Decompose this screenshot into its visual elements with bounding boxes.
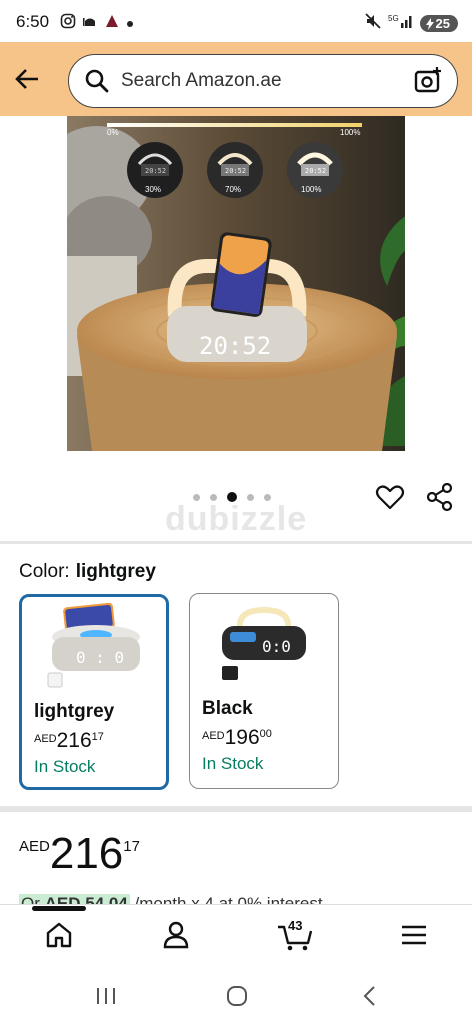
- app-header: Search Amazon.ae: [0, 42, 472, 116]
- status-bar: 6:50 5G 25: [0, 0, 472, 42]
- chevron-left-icon: [363, 986, 375, 1006]
- variant-price: AED 196 00: [202, 726, 272, 750]
- mosque-icon: [82, 13, 98, 34]
- search-input[interactable]: Search Amazon.ae: [121, 70, 413, 92]
- battery-level: 25: [435, 16, 450, 31]
- section-divider: [0, 806, 472, 812]
- share-button[interactable]: [425, 482, 455, 512]
- bottom-navigation: [0, 904, 472, 966]
- dubizzle-watermark: dubizzle: [165, 500, 308, 538]
- arrow-left-icon: [15, 69, 38, 89]
- variant-thumbnail: 0 : 0: [47, 603, 140, 688]
- status-system-icons: 5G 25: [364, 12, 458, 35]
- nav-home[interactable]: [43, 919, 75, 951]
- svg-text:5G: 5G: [388, 14, 399, 23]
- variant-stock-status: In Stock: [34, 757, 96, 776]
- variant-name: lightgrey: [34, 701, 115, 722]
- nav-account[interactable]: [160, 919, 192, 951]
- slider-start-label: 0%: [107, 128, 119, 137]
- variant-price-whole: 196: [224, 726, 260, 749]
- color-label-text: Color:: [19, 561, 70, 582]
- variant-price-fraction: 00: [259, 728, 272, 740]
- clock-mini-1: 20:52: [145, 167, 166, 175]
- brightness-level-2: 70%: [225, 185, 241, 194]
- mute-icon: [364, 12, 382, 35]
- brightness-bubble-2: 20:52 70%: [207, 142, 263, 198]
- home-circle-icon: [227, 986, 247, 1006]
- svg-text:0:0: 0:0: [262, 637, 291, 656]
- variant-thumbnail: 0:0: [222, 606, 306, 680]
- search-icon: [85, 69, 109, 93]
- status-notification-icons: [60, 13, 134, 34]
- variant-stock-status: In Stock: [202, 754, 264, 773]
- recent-apps-icon: [97, 988, 115, 1004]
- status-time: 6:50: [16, 12, 50, 31]
- share-icon: [426, 482, 453, 512]
- variant-price-fraction: 17: [91, 731, 104, 743]
- product-image[interactable]: 0% 100% 20:52 30% 20:52 70% 20:52 100% 2…: [67, 116, 405, 451]
- dot-icon: [126, 15, 134, 33]
- product-photo: 0% 100% 20:52 30% 20:52 70% 20:52 100% 2…: [67, 116, 405, 451]
- price-fraction: 17: [123, 838, 140, 855]
- variant-price-currency: AED: [34, 733, 57, 745]
- home-icon: [46, 922, 72, 948]
- home-system-button[interactable]: [225, 984, 249, 1008]
- variant-price-whole: 216: [56, 729, 92, 752]
- nav-menu[interactable]: [398, 919, 430, 951]
- svg-text:0 : 0: 0 : 0: [76, 648, 124, 667]
- price-currency: AED: [19, 838, 50, 855]
- app-icon: [104, 13, 120, 34]
- brightness-bubble-3: 20:52 100%: [287, 142, 343, 198]
- back-button[interactable]: [12, 64, 42, 94]
- variant-price: AED 216 17: [34, 729, 104, 753]
- instagram-icon: [60, 13, 76, 34]
- price-whole: 216: [49, 829, 124, 878]
- product-price: AED 216 17: [19, 830, 140, 878]
- slider-end-label: 100%: [340, 128, 360, 137]
- variant-card-lightgrey[interactable]: 0 : 0 lightgrey AED 216 17 In Stock: [19, 594, 169, 790]
- camera-search-icon[interactable]: [413, 66, 443, 96]
- recent-apps-button[interactable]: [94, 984, 118, 1008]
- heart-icon: [375, 485, 405, 510]
- user-icon: [163, 921, 189, 949]
- color-selector-label: Color: lightgrey: [19, 561, 156, 583]
- system-navigation-bar: [0, 966, 472, 1024]
- clock-mini-2: 20:52: [225, 167, 246, 175]
- variant-card-black[interactable]: 0:0 Black AED 196 00 In Stock: [189, 593, 339, 789]
- section-divider: [0, 541, 472, 544]
- hamburger-menu-icon: [402, 925, 426, 945]
- signal-5g-icon: 5G: [388, 12, 414, 35]
- brightness-level-3: 100%: [301, 185, 321, 194]
- battery-indicator: 25: [419, 15, 458, 32]
- clock-mini-3: 20:52: [305, 167, 326, 175]
- device-clock: 20:52: [199, 332, 271, 360]
- brightness-level-1: 30%: [145, 185, 161, 194]
- back-system-button[interactable]: [358, 984, 382, 1008]
- variant-price-currency: AED: [202, 730, 225, 742]
- nav-active-indicator: [32, 906, 86, 911]
- brightness-bubble-1: 20:52 30%: [127, 142, 183, 198]
- wishlist-button[interactable]: [375, 482, 405, 512]
- cart-count-badge: 43: [288, 918, 303, 933]
- search-bar[interactable]: Search Amazon.ae: [68, 54, 458, 108]
- color-selected-value: lightgrey: [75, 561, 156, 582]
- variant-name: Black: [202, 698, 253, 719]
